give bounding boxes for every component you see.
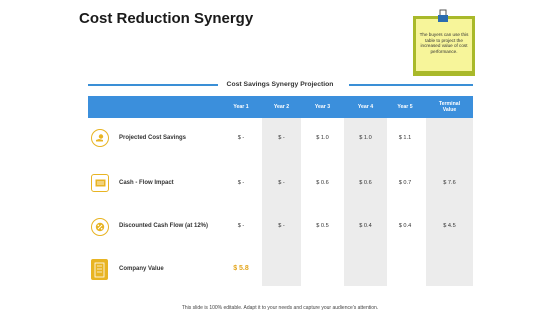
header-year-5: Year 5 xyxy=(397,104,413,110)
cash-flow-icon xyxy=(91,174,109,192)
cell-r3-year1: $ - xyxy=(237,223,245,229)
slide-title: Cost Reduction Synergy xyxy=(79,10,254,27)
cell-r3-terminal: $ 4.5 xyxy=(443,223,456,229)
cell-r3-year4: $ 0.4 xyxy=(359,223,372,229)
table-header: Year 1 Year 2 Year 3 Year 4 Year 5 Termi… xyxy=(88,96,473,118)
hand-coin-icon xyxy=(91,129,109,147)
row-label-cash-flow-impact: Cash - Flow Impact xyxy=(119,180,174,186)
cell-r2-year3: $ 0.6 xyxy=(316,180,329,186)
column-shade-terminal xyxy=(426,118,473,286)
cell-r4-year1: $ 5.8 xyxy=(233,265,249,272)
cell-r2-year5: $ 0.7 xyxy=(398,180,412,186)
cell-r3-year3: $ 0.5 xyxy=(316,223,329,229)
binder-clip-icon xyxy=(438,9,448,22)
cell-r2-year2: $ - xyxy=(278,180,285,186)
cell-r3-year5: $ 0.4 xyxy=(398,223,412,229)
cell-r2-terminal: $ 7.6 xyxy=(443,180,456,186)
building-icon xyxy=(91,259,108,280)
header-year-4: Year 4 xyxy=(357,104,374,110)
row-label-company-value: Company Value xyxy=(119,266,164,272)
sticky-note-text: The buyers can use this table to project… xyxy=(416,19,472,71)
cell-r1-year2: $ - xyxy=(278,135,285,141)
column-shade-year4 xyxy=(344,118,387,286)
row-label-discounted-cash-flow: Discounted Cash Flow (at 12%) xyxy=(119,223,209,229)
header-year-1: Year 1 xyxy=(233,104,249,110)
cell-r1-year3: $ 1.0 xyxy=(316,135,329,141)
column-shade-year2 xyxy=(262,118,301,286)
cell-r1-year5: $ 1.1 xyxy=(398,135,412,141)
footer-note: This slide is 100% editable. Adapt it to… xyxy=(181,305,379,311)
sticky-note: The buyers can use this table to project… xyxy=(413,16,475,76)
header-year-3: Year 3 xyxy=(314,104,331,110)
cell-r1-year1: $ - xyxy=(237,135,245,141)
header-terminal-value: Terminal Value xyxy=(438,101,461,113)
header-year-2: Year 2 xyxy=(273,104,290,110)
cell-r3-year2: $ - xyxy=(278,223,285,229)
discount-icon xyxy=(91,218,109,236)
cell-r1-year4: $ 1.0 xyxy=(359,135,372,141)
section-title: Cost Savings Synergy Projection xyxy=(226,81,334,88)
section-divider-right xyxy=(349,84,473,86)
cell-r2-year1: $ - xyxy=(237,180,245,186)
row-label-projected-cost-savings: Projected Cost Savings xyxy=(119,135,187,141)
cell-r2-year4: $ 0.6 xyxy=(359,180,372,186)
